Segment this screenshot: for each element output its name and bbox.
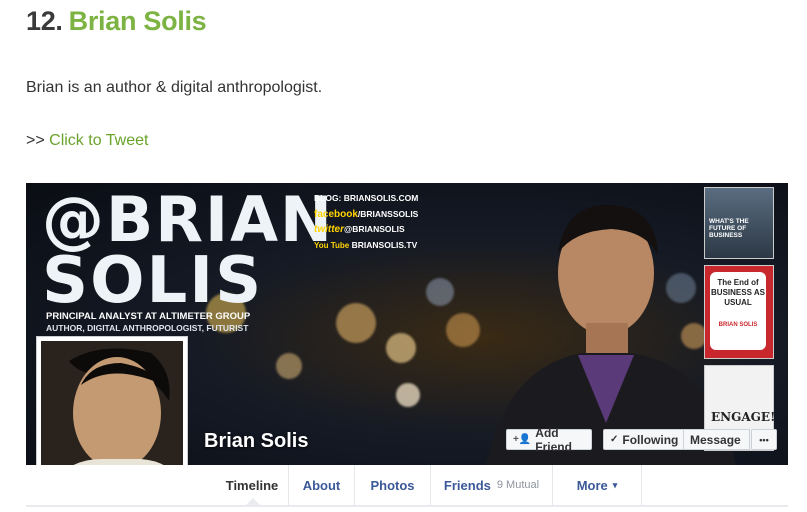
book-cover-business-as-usual: The End of BUSINESS AS USUAL BRIAN SOLIS xyxy=(704,265,774,359)
tweet-prefix: >> xyxy=(26,132,45,149)
following-label: Following xyxy=(622,432,679,447)
cover-big-text-1: @BRIAN xyxy=(42,183,334,256)
add-friend-icon: +👤 xyxy=(513,434,532,445)
youtube-line: You Tube BRIANSOLIS.TV xyxy=(314,238,418,254)
facebook-brand: facebook xyxy=(314,208,358,220)
cover-subtitle-1: PRINCIPAL ANALYST AT ALTIMETER GROUP xyxy=(46,311,251,322)
cover-social-links: BLOG: BRIANSOLIS.COM facebook/BRIANSSOLI… xyxy=(314,191,418,253)
add-friend-button[interactable]: +👤 Add Friend xyxy=(506,426,592,454)
chevron-down-icon: ▾ xyxy=(612,479,618,490)
tab-label: Photos xyxy=(370,477,415,493)
bokeh-light xyxy=(426,278,454,306)
add-friend-label: Add Friend xyxy=(535,425,572,454)
article-heading: 12. Brian Solis xyxy=(26,6,207,37)
book-cover-future: WHAT'S THE FUTURE OF BUSINESS xyxy=(704,187,774,259)
more-options-button[interactable]: ••• xyxy=(751,429,777,450)
heading-number: 12. xyxy=(26,6,63,36)
following-button[interactable]: ✓ Following xyxy=(603,429,684,450)
book-author: BRIAN SOLIS xyxy=(718,322,758,328)
twitter-handle: @BRIANSOLIS xyxy=(344,224,405,234)
heading-name: Brian Solis xyxy=(68,6,207,36)
youtube-brand: You Tube xyxy=(314,240,350,250)
tweet-line: >> Click to Tweet xyxy=(26,132,148,150)
bokeh-light xyxy=(336,303,376,343)
bokeh-light xyxy=(396,383,420,407)
bokeh-light xyxy=(386,333,416,363)
book-title: The End of BUSINESS AS USUAL xyxy=(711,278,765,307)
more-dots-icon: ••• xyxy=(759,434,769,445)
tab-about[interactable]: About xyxy=(288,465,354,505)
avatar-image xyxy=(41,341,183,483)
facebook-line: facebook/BRIANSSOLIS xyxy=(314,207,418,223)
cover-big-text-2: SOLIS xyxy=(42,244,264,318)
click-to-tweet-link[interactable]: Click to Tweet xyxy=(49,132,148,149)
description-text: Brian is an author & digital anthropolog… xyxy=(26,79,323,96)
avatar xyxy=(41,341,183,483)
bokeh-light xyxy=(276,353,302,379)
facebook-handle: /BRIANSSOLIS xyxy=(357,208,419,219)
checkmark-icon: ✓ xyxy=(610,434,619,445)
cover-subtitle-2: AUTHOR, DIGITAL ANTHROPOLOGIST, FUTURIST xyxy=(46,323,249,333)
twitter-line: twitter@BRIANSOLIS xyxy=(314,222,418,238)
blog-line: BLOG: BRIANSOLIS.COM xyxy=(314,193,419,203)
tab-label: Friends xyxy=(443,477,491,493)
tab-label: Timeline xyxy=(225,477,279,493)
profile-name: Brian Solis xyxy=(204,430,309,452)
twitter-brand: twitter xyxy=(314,224,344,235)
active-tab-indicator xyxy=(246,498,260,505)
message-button[interactable]: Message xyxy=(684,429,750,450)
tab-label: More xyxy=(576,477,608,493)
tab-more[interactable]: More ▾ xyxy=(552,465,642,505)
message-label: Message xyxy=(690,432,741,447)
profile-tabs: Timeline About Photos Friends 9 Mutual M… xyxy=(26,465,788,506)
divider xyxy=(26,505,788,507)
book-title: ENGAGE! xyxy=(711,410,776,424)
youtube-handle: BRIANSOLIS.TV xyxy=(351,239,418,250)
book-title: WHAT'S THE FUTURE OF BUSINESS xyxy=(709,218,749,239)
mutual-friends-count: 9 Mutual xyxy=(496,479,540,491)
tab-friends[interactable]: Friends 9 Mutual xyxy=(430,465,552,505)
tab-label: About xyxy=(302,477,341,493)
tab-photos[interactable]: Photos xyxy=(354,465,430,505)
